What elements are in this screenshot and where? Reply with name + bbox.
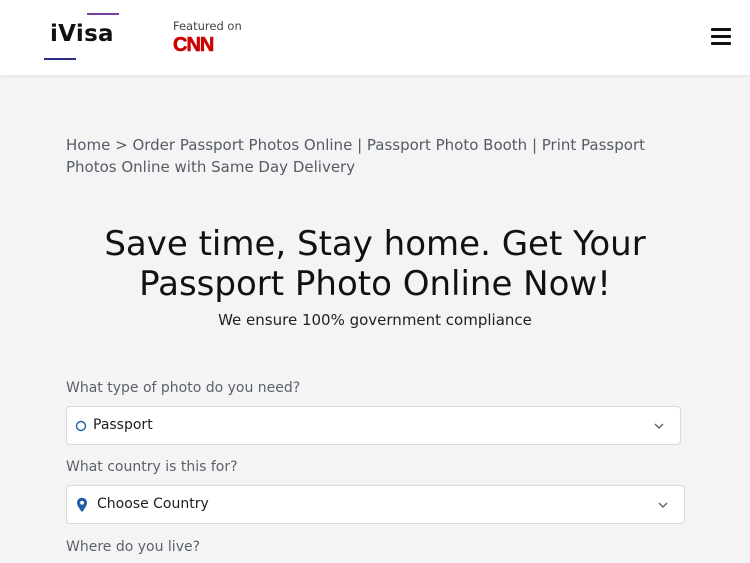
- svg-text:CNN: CNN: [173, 34, 214, 54]
- logo-accent-bottom: [44, 58, 76, 60]
- breadcrumb-home-link[interactable]: Home: [66, 136, 110, 154]
- site-header: iVisa Featured on CNN: [0, 0, 750, 75]
- location-pin-icon: [77, 497, 87, 512]
- residence-label: Where do you live?: [66, 539, 201, 555]
- photo-type-label: What type of photo do you need?: [66, 380, 301, 396]
- chevron-down-icon: [658, 502, 668, 509]
- country-value: Choose Country: [97, 496, 209, 512]
- ivisa-logo[interactable]: iVisa: [44, 12, 120, 62]
- circle-icon: [75, 420, 87, 432]
- country-select[interactable]: Choose Country: [66, 485, 685, 524]
- featured-on-badge[interactable]: Featured on CNN: [173, 19, 242, 54]
- hamburger-menu-icon[interactable]: [711, 28, 731, 46]
- country-label: What country is this for?: [66, 459, 238, 475]
- page-subtitle: We ensure 100% government compliance: [218, 311, 532, 329]
- logo-text: iVisa: [50, 21, 114, 47]
- chevron-down-icon: [654, 423, 664, 430]
- breadcrumb-current: Order Passport Photos Online | Passport …: [66, 136, 645, 176]
- breadcrumb-separator: >: [115, 136, 128, 154]
- breadcrumb: Home > Order Passport Photos Online | Pa…: [66, 134, 666, 178]
- photo-type-value: Passport: [93, 417, 153, 433]
- featured-label: Featured on: [173, 19, 242, 33]
- photo-type-select[interactable]: Passport: [66, 406, 681, 445]
- cnn-logo: CNN: [173, 34, 215, 54]
- logo-accent-top: [87, 13, 119, 15]
- page-title: Save time, Stay home. Get Your Passport …: [104, 224, 646, 304]
